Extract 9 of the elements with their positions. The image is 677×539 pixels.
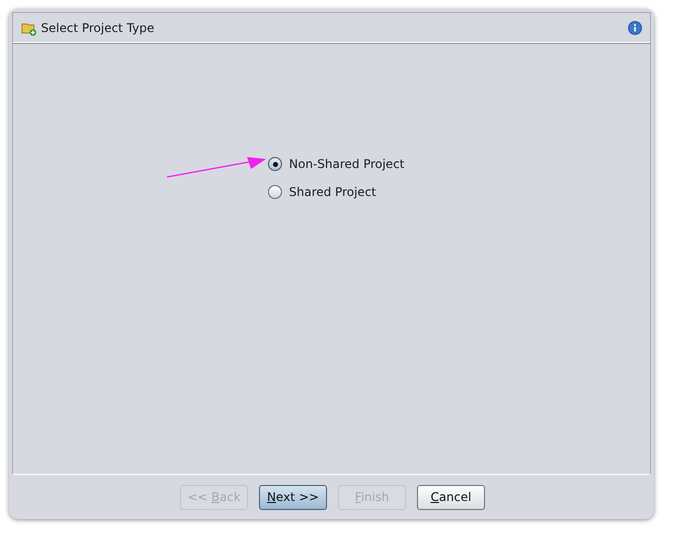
dialog-button[interactable]: Cancel xyxy=(417,484,485,510)
info-icon[interactable] xyxy=(628,21,642,35)
option-label: Non-Shared Project xyxy=(289,157,404,171)
option-label: Shared Project xyxy=(289,185,376,199)
dialog-button[interactable]: Next >> xyxy=(259,484,327,510)
folder-plus-icon xyxy=(21,20,37,36)
window-title: Select Project Type xyxy=(41,21,156,35)
radio-button[interactable] xyxy=(268,157,282,171)
radio-button[interactable] xyxy=(268,185,282,199)
